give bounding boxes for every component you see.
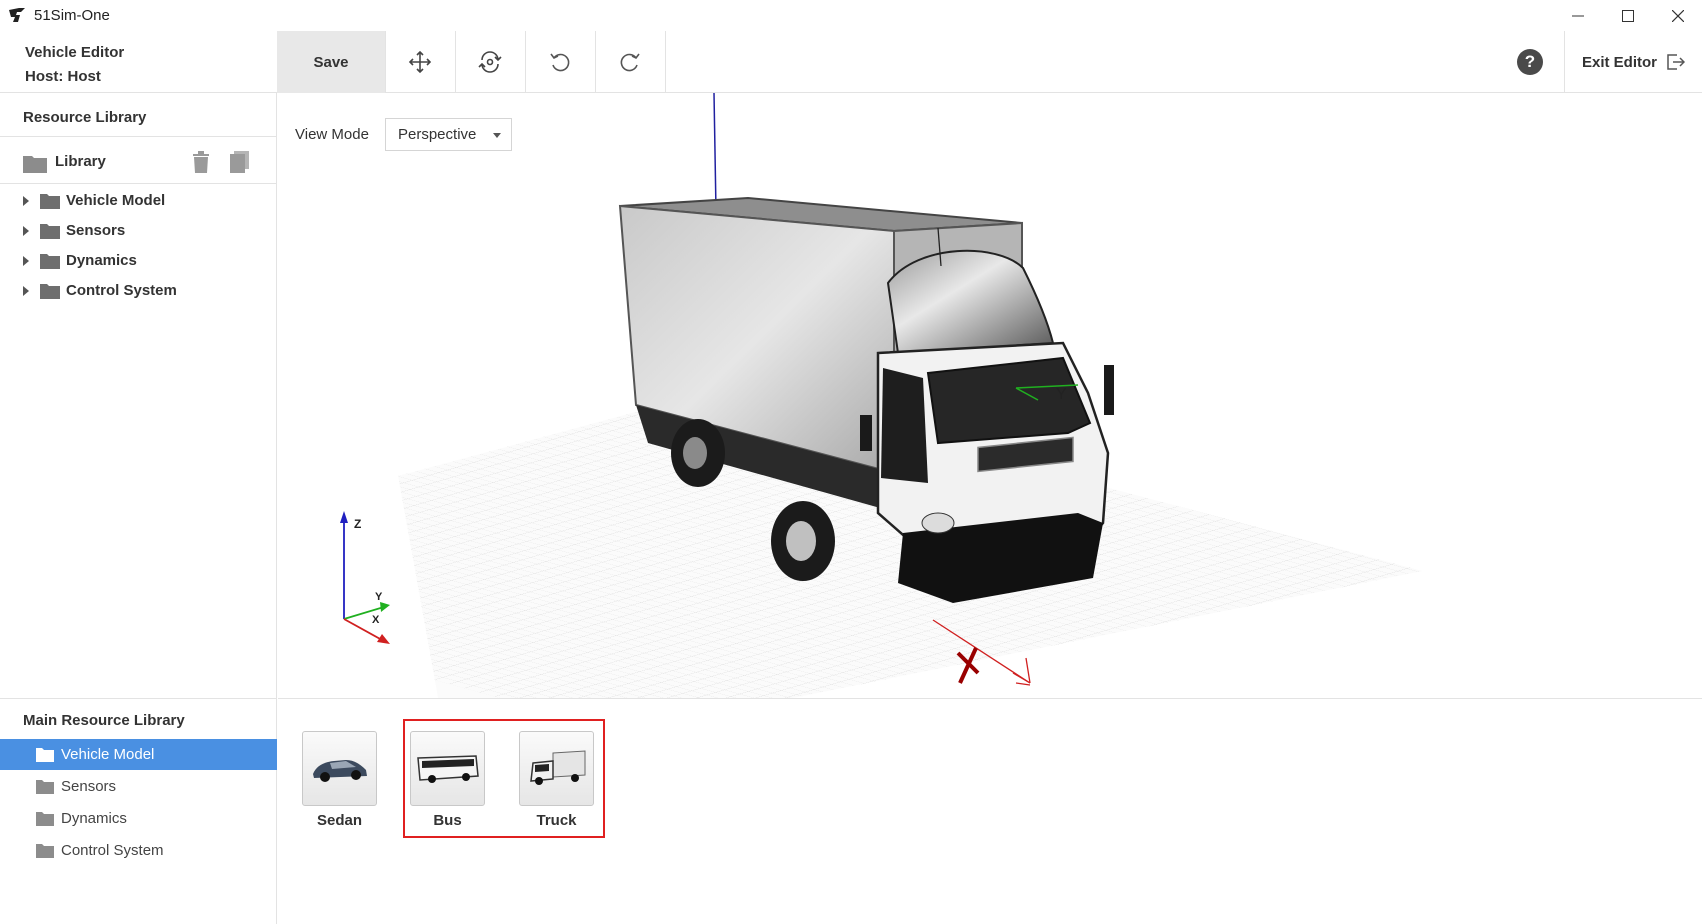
expand-arrow-icon[interactable] — [23, 226, 29, 236]
folder-icon — [40, 194, 60, 209]
move-tool-button[interactable] — [385, 31, 455, 93]
library-row[interactable]: Library — [0, 141, 277, 183]
axis-label-x: X — [372, 614, 380, 626]
asset-panel: Sedan Bus Truck — [278, 699, 1702, 924]
folder-icon — [36, 780, 54, 794]
minimize-button[interactable] — [1553, 0, 1603, 31]
main-item-label: Control System — [61, 842, 164, 859]
exit-editor-button[interactable]: Exit Editor — [1565, 31, 1702, 93]
save-button[interactable]: Save — [277, 31, 385, 93]
gizmo-label-y: Y — [1056, 386, 1067, 403]
truck-model — [618, 196, 1114, 603]
sedan-icon — [312, 759, 367, 782]
folder-icon — [36, 748, 54, 762]
expand-arrow-icon[interactable] — [23, 256, 29, 266]
main-resource-library-header: Main Resource Library — [23, 712, 185, 729]
view-mode-value: Perspective — [398, 126, 477, 143]
resource-library-header: Resource Library — [23, 109, 147, 126]
copy-icon[interactable] — [229, 151, 249, 173]
folder-icon — [36, 812, 54, 826]
close-icon — [1672, 9, 1684, 22]
main-item-label: Vehicle Model — [61, 746, 155, 763]
editor-title: Vehicle Editor — [25, 44, 125, 61]
chevron-down-icon — [493, 133, 501, 138]
scene-canvas — [340, 93, 1423, 698]
minimize-icon — [1572, 15, 1584, 16]
z-axis-line — [713, 93, 717, 212]
tree-item-label: Vehicle Model — [66, 192, 166, 209]
move-icon — [408, 50, 432, 74]
undo-icon — [550, 53, 570, 72]
editor-info: Vehicle Editor Host: Host — [25, 41, 124, 89]
maximize-icon — [1622, 9, 1634, 22]
help-button[interactable]: ? — [1517, 49, 1543, 75]
ground-grid — [398, 387, 1423, 698]
rotate-view-button[interactable] — [455, 31, 525, 93]
host-label: Host: Host — [25, 68, 101, 85]
main-item-sensors[interactable]: Sensors — [0, 771, 277, 802]
divider — [0, 183, 277, 184]
tree-item-vehicle-model[interactable]: Vehicle Model — [0, 186, 277, 216]
app-title: 51Sim-One — [34, 7, 110, 24]
selection-highlight — [403, 719, 605, 838]
app-logo-icon — [9, 8, 25, 22]
expand-arrow-icon[interactable] — [23, 286, 29, 296]
divider — [0, 136, 277, 137]
delete-icon[interactable] — [191, 151, 211, 173]
folder-icon — [40, 224, 60, 239]
3d-viewport[interactable]: View Mode Perspective Z Y X Y — [278, 93, 1702, 698]
undo-button[interactable] — [525, 31, 595, 93]
main-item-dynamics[interactable]: Dynamics — [0, 803, 277, 834]
main-item-control-system[interactable]: Control System — [0, 835, 277, 866]
toolbar: Vehicle Editor Host: Host Save ? Exit Ed… — [0, 31, 1702, 93]
axis-indicator — [340, 511, 390, 644]
close-button[interactable] — [1653, 0, 1702, 31]
axis-label-z: Z — [354, 517, 362, 531]
axis-label-y: Y — [375, 591, 383, 603]
maximize-button[interactable] — [1603, 0, 1653, 31]
title-bar: 51Sim-One — [0, 0, 1702, 31]
main-item-label: Sensors — [61, 778, 117, 795]
library-label: Library — [55, 153, 106, 170]
folder-icon — [40, 284, 60, 299]
divider — [0, 698, 277, 699]
folder-icon — [36, 844, 54, 858]
exit-editor-label: Exit Editor — [1581, 53, 1657, 71]
asset-sedan[interactable]: Sedan — [302, 731, 377, 829]
folder-icon — [40, 254, 60, 269]
asset-label: Sedan — [316, 812, 362, 829]
asset-thumbnail[interactable] — [302, 731, 377, 806]
rotate-3d-icon — [478, 51, 502, 73]
tree-item-dynamics[interactable]: Dynamics — [0, 246, 277, 276]
tree-item-label: Sensors — [66, 222, 126, 239]
main-item-vehicle-model[interactable]: Vehicle Model — [0, 739, 277, 770]
x-axis-gizmo — [932, 619, 1031, 686]
main-item-label: Dynamics — [61, 810, 127, 827]
redo-icon — [620, 53, 640, 72]
expand-arrow-icon[interactable] — [23, 196, 29, 206]
left-panel: Resource Library Library Vehicle Model S… — [0, 93, 277, 924]
toolbar-divider — [665, 31, 666, 93]
view-mode-label: View Mode — [295, 126, 369, 143]
view-mode-select[interactable]: Perspective — [385, 118, 512, 151]
folder-icon — [23, 156, 47, 173]
exit-icon — [1667, 54, 1685, 70]
tree-item-sensors[interactable]: Sensors — [0, 216, 277, 246]
redo-button[interactable] — [595, 31, 665, 93]
tree-item-label: Dynamics — [66, 252, 137, 269]
tree-item-control-system[interactable]: Control System — [0, 276, 277, 306]
tree-item-label: Control System — [66, 282, 177, 299]
